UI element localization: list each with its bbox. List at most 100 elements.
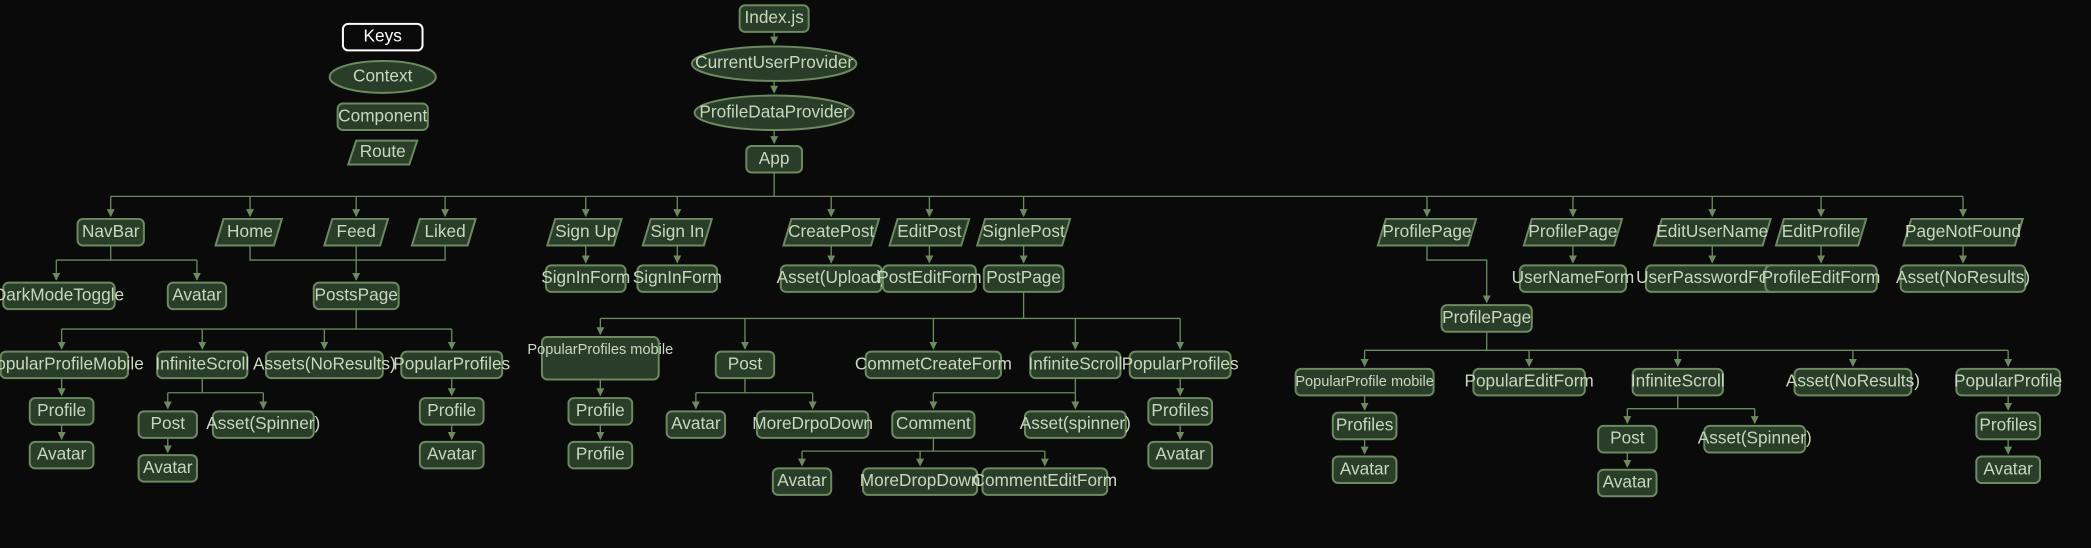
node-posteditform: PostEditForm	[877, 265, 981, 292]
node-index: Index.js	[740, 5, 809, 32]
node-avatar2-label: Avatar	[37, 444, 87, 464]
node-createpost-label: CreatePost	[788, 221, 874, 241]
node-avatar8: Avatar	[1333, 456, 1397, 483]
node-darkmode: DarkModeToggle	[0, 283, 124, 310]
node-profiles3: Profiles	[1976, 413, 2040, 440]
node-avatar4: Avatar	[420, 442, 484, 469]
node-posteditform-label: PostEditForm	[877, 267, 981, 287]
node-singlepost-label: SignlePost	[982, 221, 1065, 241]
node-popularprofilemobile-label: PopularProfileMobile	[0, 353, 144, 373]
node-postspage-label: PostsPage	[315, 284, 398, 304]
node-popularprofile3-label: PopularProfile	[1954, 371, 2062, 391]
node-moredropdown1: MoreDrpoDown	[752, 411, 873, 438]
node-profilepage2: ProfilePage	[1524, 219, 1622, 246]
node-populareditform-label: PopularEditForm	[1464, 371, 1593, 391]
node-signin-label: Sign In	[650, 221, 704, 241]
node-profilepage3: ProfilePage	[1442, 305, 1532, 332]
node-post2: Post	[716, 352, 774, 379]
node-comment-label: Comment	[896, 413, 971, 433]
node-home-label: Home	[227, 221, 273, 241]
node-assetupload: Asset(Upload)	[777, 265, 886, 292]
node-commentcreateform: CommetCreateForm	[855, 352, 1012, 379]
node-postpage-label: PostPage	[986, 267, 1061, 287]
node-editprofile-label: EditProfile	[1782, 221, 1861, 241]
node-moredropdown2-label: MoreDropDown	[860, 470, 981, 490]
node-popularprofilesmobile2: PopularProfiles mobile	[527, 337, 673, 379]
node-moredropdown1-label: MoreDrpoDown	[752, 413, 873, 433]
node-postspage: PostsPage	[314, 283, 399, 310]
node-avatar5-label: Avatar	[671, 413, 721, 433]
node-avatar6-label: Avatar	[1155, 444, 1205, 464]
node-infinitescroll2: InfiniteScroll	[1028, 352, 1122, 379]
node-editpost: EditPost	[890, 219, 970, 246]
legend-route: Route	[348, 141, 417, 165]
node-signinform2: SignInForm	[633, 265, 722, 292]
node-assetnoresults3: Asset(NoResults)	[1786, 369, 1920, 396]
node-popularprofile3: PopularProfile	[1954, 369, 2062, 396]
node-assetnoresults2-label: Assets(NoResults)	[253, 353, 396, 373]
node-popularprofilemobile: PopularProfileMobile	[0, 352, 144, 379]
node-navbar-label: NavBar	[82, 221, 140, 241]
node-profilepage2-label: ProfilePage	[1528, 221, 1617, 241]
node-editprofile: EditProfile	[1776, 219, 1866, 246]
node-commenteditform: CommentEditForm	[973, 468, 1118, 495]
node-feed: Feed	[324, 219, 388, 246]
node-navbar: NavBar	[78, 219, 144, 246]
node-avatar3-label: Avatar	[143, 457, 193, 477]
node-profile3-label: Profile	[576, 400, 625, 420]
node-profiles1: Profiles	[1148, 398, 1212, 425]
node-avatar4-label: Avatar	[427, 444, 477, 464]
node-profile1-label: Profile	[37, 400, 86, 420]
node-profile2-label: Profile	[427, 400, 476, 420]
node-avatar3: Avatar	[139, 455, 197, 482]
node-pdp-label: ProfileDataProvider	[699, 101, 849, 121]
node-popularprofiles1-label: PopularProfiles	[393, 353, 510, 373]
legend-keys: Keys	[343, 24, 423, 51]
node-popularprofiles2: PopularProfiles	[1122, 352, 1239, 379]
node-profile4-label: Profile	[576, 444, 625, 464]
node-avatar1-label: Avatar	[172, 284, 222, 304]
node-infinitescroll1-label: InfiniteScroll	[155, 353, 249, 373]
node-cup-label: CurrentUserProvider	[695, 52, 853, 72]
node-postpage: PostPage	[984, 265, 1064, 292]
node-signinform2-label: SignInForm	[633, 267, 722, 287]
node-editusername: EditUserName	[1654, 219, 1771, 246]
node-usernameform-label: UserNameForm	[1512, 267, 1635, 287]
node-profiles2: Profiles	[1333, 413, 1397, 440]
node-assetspinner3: Asset(Spinner)	[1698, 426, 1812, 453]
node-populareditform: PopularEditForm	[1464, 369, 1593, 396]
node-assetspinner1-label: Asset(Spinner)	[206, 413, 320, 433]
legend-component: Component	[338, 103, 428, 130]
node-post1-label: Post	[151, 413, 186, 433]
node-moredropdown2: MoreDropDown	[860, 468, 981, 495]
node-assetspinner2-label: Asset(spinner)	[1020, 413, 1131, 433]
legend-context-label: Context	[353, 66, 413, 86]
node-profile2: Profile	[420, 398, 484, 425]
node-profile4: Profile	[568, 442, 632, 469]
node-profilepage1: ProfilePage	[1378, 219, 1476, 246]
node-editpost-label: EditPost	[897, 221, 961, 241]
node-app: App	[746, 146, 802, 173]
node-index-label: Index.js	[744, 7, 803, 27]
node-avatar1: Avatar	[168, 283, 226, 310]
node-signin: Sign In	[643, 219, 712, 246]
node-post1: Post	[139, 411, 197, 438]
node-commenteditform-label: CommentEditForm	[973, 470, 1118, 490]
node-avatar7-label: Avatar	[777, 470, 827, 490]
node-createpost: CreatePost	[783, 219, 879, 246]
node-pagenotfound: PageNotFound	[1903, 219, 2022, 246]
legend-context: Context	[330, 61, 436, 93]
legend-keys-label: Keys	[364, 26, 402, 46]
node-avatar10-label: Avatar	[1983, 458, 2033, 478]
node-avatar10: Avatar	[1976, 456, 2040, 483]
node-signup: Sign Up	[547, 219, 621, 246]
node-liked: Liked	[412, 219, 476, 246]
node-app-label: App	[759, 148, 790, 168]
node-pagenotfound-label: PageNotFound	[1905, 221, 2021, 241]
node-post3: Post	[1598, 426, 1656, 453]
node-popularprofilesmobile2-label: PopularProfiles mobile	[527, 342, 673, 358]
node-avatar8-label: Avatar	[1340, 458, 1390, 478]
node-popularprofiles1: PopularProfiles	[393, 352, 510, 379]
node-profiles2-label: Profiles	[1336, 414, 1393, 434]
node-assetspinner3-label: Asset(Spinner)	[1698, 428, 1812, 448]
